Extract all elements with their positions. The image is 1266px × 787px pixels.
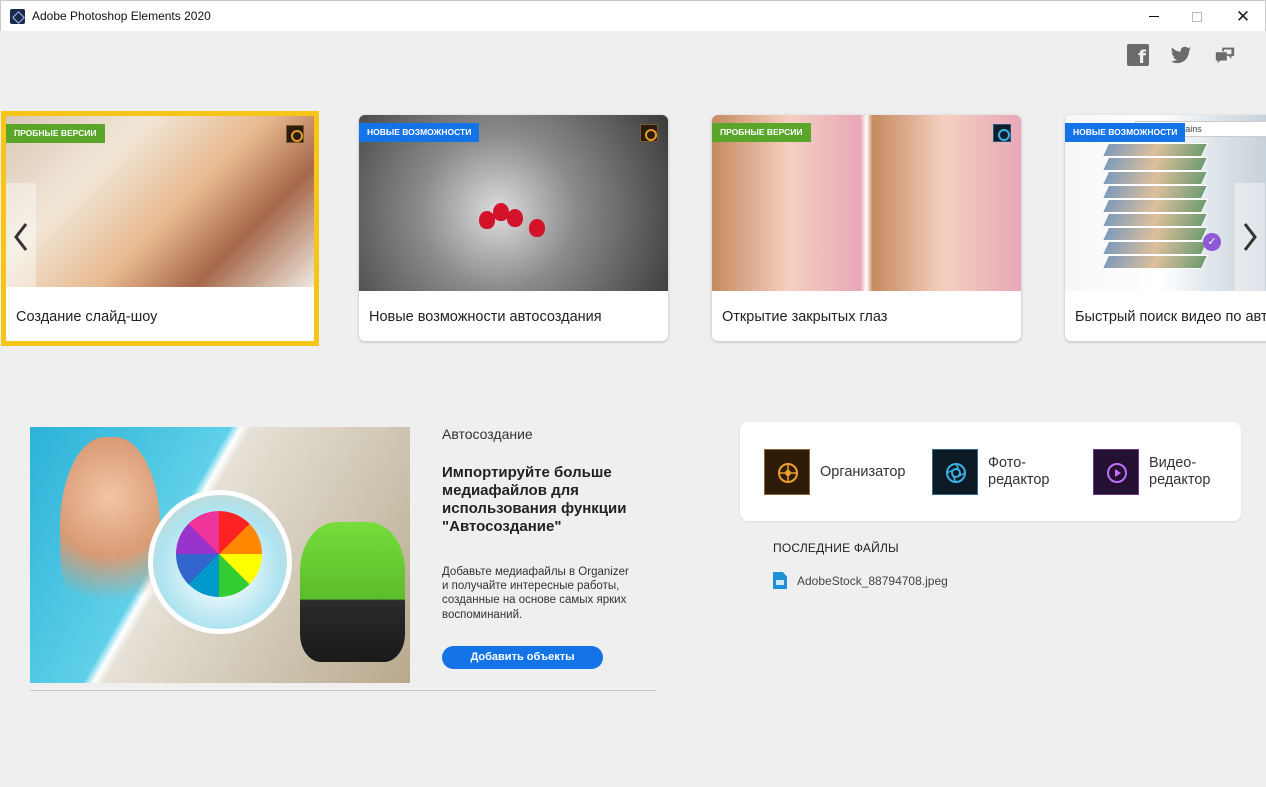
title-bar: Adobe Photoshop Elements 2020 ✕ [0, 0, 1266, 31]
organizer-icon [764, 449, 810, 495]
checkmark-icon: ✓ [1203, 233, 1221, 251]
maximize-icon [1192, 11, 1202, 22]
carousel-card-slideshow[interactable]: ПРОБНЫЕ ВЕРСИИ Создание слайд-шоу [1, 111, 319, 346]
recent-file-name: AdobeStock_88794708.jpeg [797, 573, 948, 588]
close-button[interactable]: ✕ [1220, 1, 1266, 32]
image-file-icon [773, 572, 787, 589]
section-headline: Импортируйте больше медиафайлов для испо… [442, 464, 627, 535]
minimize-button[interactable] [1131, 1, 1177, 32]
rainbow-umbrella-image [176, 511, 262, 597]
carousel-prev-button[interactable] [6, 183, 36, 291]
carousel-next-button[interactable] [1235, 183, 1265, 291]
trial-badge: ПРОБНЫЕ ВЕРСИИ [712, 123, 811, 142]
raspberries-image [479, 203, 549, 243]
maximize-button[interactable] [1174, 1, 1220, 32]
video-editor-label: Видео- редактор [1149, 455, 1211, 488]
photo-editor-button[interactable]: Фото- редактор [932, 449, 1049, 495]
recent-file-item[interactable]: AdobeStock_88794708.jpeg [773, 572, 948, 589]
photo-editor-label: Фото- редактор [988, 455, 1050, 488]
card-caption: Открытие закрытых глаз [722, 309, 888, 325]
minimize-icon [1149, 16, 1159, 17]
video-editor-button[interactable]: Видео- редактор [1093, 449, 1210, 495]
section-label: Автосоздание [442, 426, 533, 442]
organizer-icon [640, 124, 658, 142]
photo-stack-image [1101, 143, 1209, 283]
new-badge: НОВЫЕ ВОЗМОЖНОСТИ [1065, 123, 1186, 142]
organizer-label: Организатор [820, 463, 906, 480]
beach-photo-circle [148, 490, 292, 634]
app-logo-icon [10, 9, 25, 24]
twitter-icon[interactable] [1170, 44, 1192, 66]
card-caption: Новые возможности автосоздания [369, 309, 602, 325]
video-editor-icon [1093, 449, 1139, 495]
carousel-card-open-closed-eyes[interactable]: ПРОБНЫЕ ВЕРСИИ Открытие закрытых глаз [712, 115, 1021, 341]
organizer-button[interactable]: Организатор [764, 449, 906, 495]
photo-editor-icon [993, 124, 1011, 142]
divider [30, 690, 656, 691]
photo-editor-icon [932, 449, 978, 495]
facebook-icon[interactable] [1127, 44, 1149, 68]
organizer-icon [286, 125, 304, 143]
chevron-left-icon [14, 223, 28, 251]
chevron-right-icon [1243, 223, 1257, 251]
section-description: Добавьте медиафайлы в Organizer и получа… [442, 566, 629, 621]
toy-atv-photo [300, 522, 405, 662]
add-media-button[interactable]: Добавить объекты [442, 646, 603, 669]
auto-creation-image [30, 427, 410, 683]
new-badge: НОВЫЕ ВОЗМОЖНОСТИ [359, 123, 480, 142]
app-launcher-panel: Организатор Фото- редактор Видео- редакт… [740, 422, 1241, 521]
pool-kids-photo [60, 437, 160, 637]
recent-files-heading: ПОСЛЕДНИЕ ФАЙЛЫ [773, 541, 899, 555]
card-caption: Быстрый поиск видео по авто [1075, 309, 1266, 325]
carousel-card-auto-creations[interactable]: НОВЫЕ ВОЗМОЖНОСТИ Новые возможности авто… [359, 115, 668, 341]
close-icon: ✕ [1235, 7, 1251, 26]
card-caption: Создание слайд-шоу [16, 309, 158, 325]
trial-badge: ПРОБНЫЕ ВЕРСИИ [6, 124, 105, 143]
feedback-icon[interactable] [1214, 44, 1236, 66]
window-title: Adobe Photoshop Elements 2020 [32, 9, 211, 23]
